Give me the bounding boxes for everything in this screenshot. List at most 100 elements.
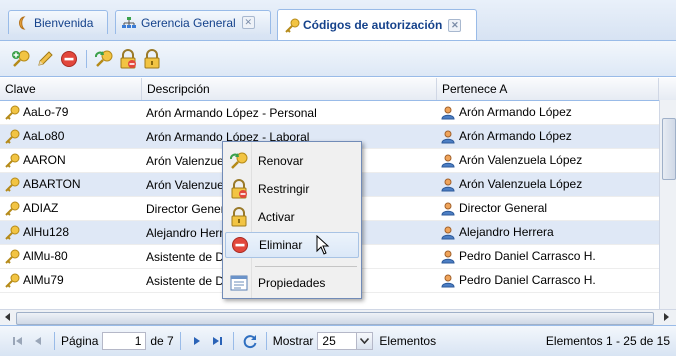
prev-page-icon (35, 337, 41, 345)
vertical-scrollbar[interactable] (659, 100, 676, 309)
delete-icon (232, 237, 248, 253)
restrict-lock-icon (120, 48, 136, 68)
delete-icon (61, 50, 77, 67)
column-header-pertenece[interactable]: Pertenece A (437, 78, 659, 100)
page-size-dropdown[interactable] (357, 332, 374, 350)
cell-pertenece: Pedro Daniel Carrasco H. (459, 249, 596, 264)
refresh-button[interactable] (240, 331, 260, 351)
unlock-button[interactable] (141, 48, 163, 70)
chevron-down-icon (360, 338, 370, 344)
cell-pertenece: Arón Armando López (459, 105, 572, 120)
menu-item-eliminar[interactable]: Eliminar (225, 232, 359, 258)
key-icon (5, 153, 20, 168)
next-page-button[interactable] (187, 331, 207, 351)
cell-pertenece: Arón Armando López (459, 129, 572, 144)
cell-descripcion: Director General (146, 201, 235, 216)
cell-clave: AlMu-80 (23, 248, 68, 263)
vertical-scroll-thumb[interactable] (662, 118, 676, 180)
menu-item-restringir[interactable]: Restringir (225, 176, 359, 202)
tab-bar: Bienvenida Gerencia General ✕ Códigos de… (0, 0, 676, 41)
key-icon (284, 18, 300, 33)
pager-separator (179, 332, 181, 350)
cell-pertenece: Pedro Daniel Carrasco H. (459, 273, 596, 288)
user-icon (441, 250, 455, 264)
table-row[interactable]: AaLo-79 Arón Armando López - Personal Ar… (0, 101, 676, 125)
toolbar-separator (86, 49, 87, 68)
user-icon (441, 178, 455, 192)
add-key-button[interactable] (10, 48, 32, 70)
next-page-icon (193, 337, 200, 345)
tab-close-icon[interactable]: ✕ (241, 16, 255, 29)
edit-button[interactable] (34, 48, 56, 70)
welcome-icon (15, 15, 29, 30)
key-icon (5, 249, 20, 264)
items-label: Elementos (379, 334, 437, 348)
column-header-clave[interactable]: Clave (0, 78, 142, 100)
menu-item-renovar[interactable]: Renovar (225, 148, 359, 174)
key-icon (5, 225, 20, 240)
tab-codigos-autorizacion[interactable]: Códigos de autorización ✕ (277, 9, 477, 40)
show-label: Mostrar (272, 334, 314, 348)
toolbar (0, 41, 676, 77)
unlock-icon (144, 48, 160, 68)
cell-clave: AlHu128 (23, 224, 70, 239)
cell-pertenece: Arón Valenzuela López (459, 177, 583, 192)
tab-gerencia-general[interactable]: Gerencia General ✕ (115, 10, 271, 34)
paging-toolbar: Página 1 de 7 Mostrar 25 Elementos Eleme… (0, 325, 676, 356)
page-size-select[interactable]: 25 (317, 332, 358, 350)
restrict-button[interactable] (117, 48, 139, 70)
mouse-pointer-icon (316, 235, 330, 255)
horizontal-scrollbar[interactable] (0, 309, 676, 325)
edit-icon (38, 50, 53, 66)
properties-icon (230, 275, 248, 291)
horizontal-scroll-thumb[interactable] (16, 312, 654, 325)
delete-button[interactable] (58, 48, 80, 70)
menu-separator (255, 266, 357, 267)
page-number-input[interactable]: 1 (102, 332, 147, 350)
cell-clave: AlMu79 (23, 272, 64, 287)
key-icon (5, 273, 20, 288)
pager-separator (232, 332, 234, 350)
last-page-button[interactable] (207, 331, 227, 351)
key-icon (5, 201, 20, 216)
cell-clave: ABARTON (23, 176, 81, 191)
user-icon (441, 274, 455, 288)
page-label: Página (61, 334, 99, 348)
user-icon (441, 202, 455, 216)
first-page-button[interactable] (8, 331, 28, 351)
cell-pertenece: Arón Valenzuela López (459, 153, 583, 168)
menu-item-propiedades[interactable]: Propiedades (225, 270, 359, 296)
scroll-left-icon[interactable] (5, 313, 10, 321)
tab-close-icon[interactable]: ✕ (448, 18, 462, 32)
pager-separator (265, 332, 267, 350)
renew-key-icon (230, 152, 248, 169)
cell-pertenece: Director General (459, 201, 548, 216)
restrict-lock-icon (231, 179, 247, 199)
renew-button[interactable] (93, 48, 115, 70)
menu-item-activar[interactable]: Activar (225, 204, 359, 230)
unlock-icon (231, 207, 247, 227)
key-icon (5, 177, 20, 192)
cell-clave: AaLo80 (23, 128, 65, 143)
tab-bienvenida[interactable]: Bienvenida (8, 10, 108, 34)
grid-header: Clave Descripción Pertenece A (0, 78, 676, 101)
org-chart-icon (122, 16, 136, 30)
user-icon (441, 130, 455, 144)
last-page-icon (212, 337, 222, 345)
prev-page-button[interactable] (28, 331, 48, 351)
user-icon (441, 106, 455, 120)
scroll-right-icon[interactable] (664, 313, 669, 321)
cell-pertenece: Alejandro Herrera (459, 225, 554, 240)
page-count-label: de 7 (150, 334, 174, 348)
renew-key-icon (95, 50, 113, 67)
paging-info: Elementos 1 - 25 de 15 (545, 334, 670, 348)
pager-separator (54, 332, 55, 350)
add-key-icon (12, 50, 30, 67)
column-header-descripcion[interactable]: Descripción (142, 78, 437, 100)
cell-clave: ADIAZ (23, 200, 59, 215)
refresh-icon (243, 335, 257, 349)
cell-descripcion: Arón Armando López - Personal (146, 105, 317, 120)
key-icon (5, 129, 20, 144)
user-icon (441, 226, 455, 240)
cell-clave: AaLo-79 (23, 104, 69, 119)
